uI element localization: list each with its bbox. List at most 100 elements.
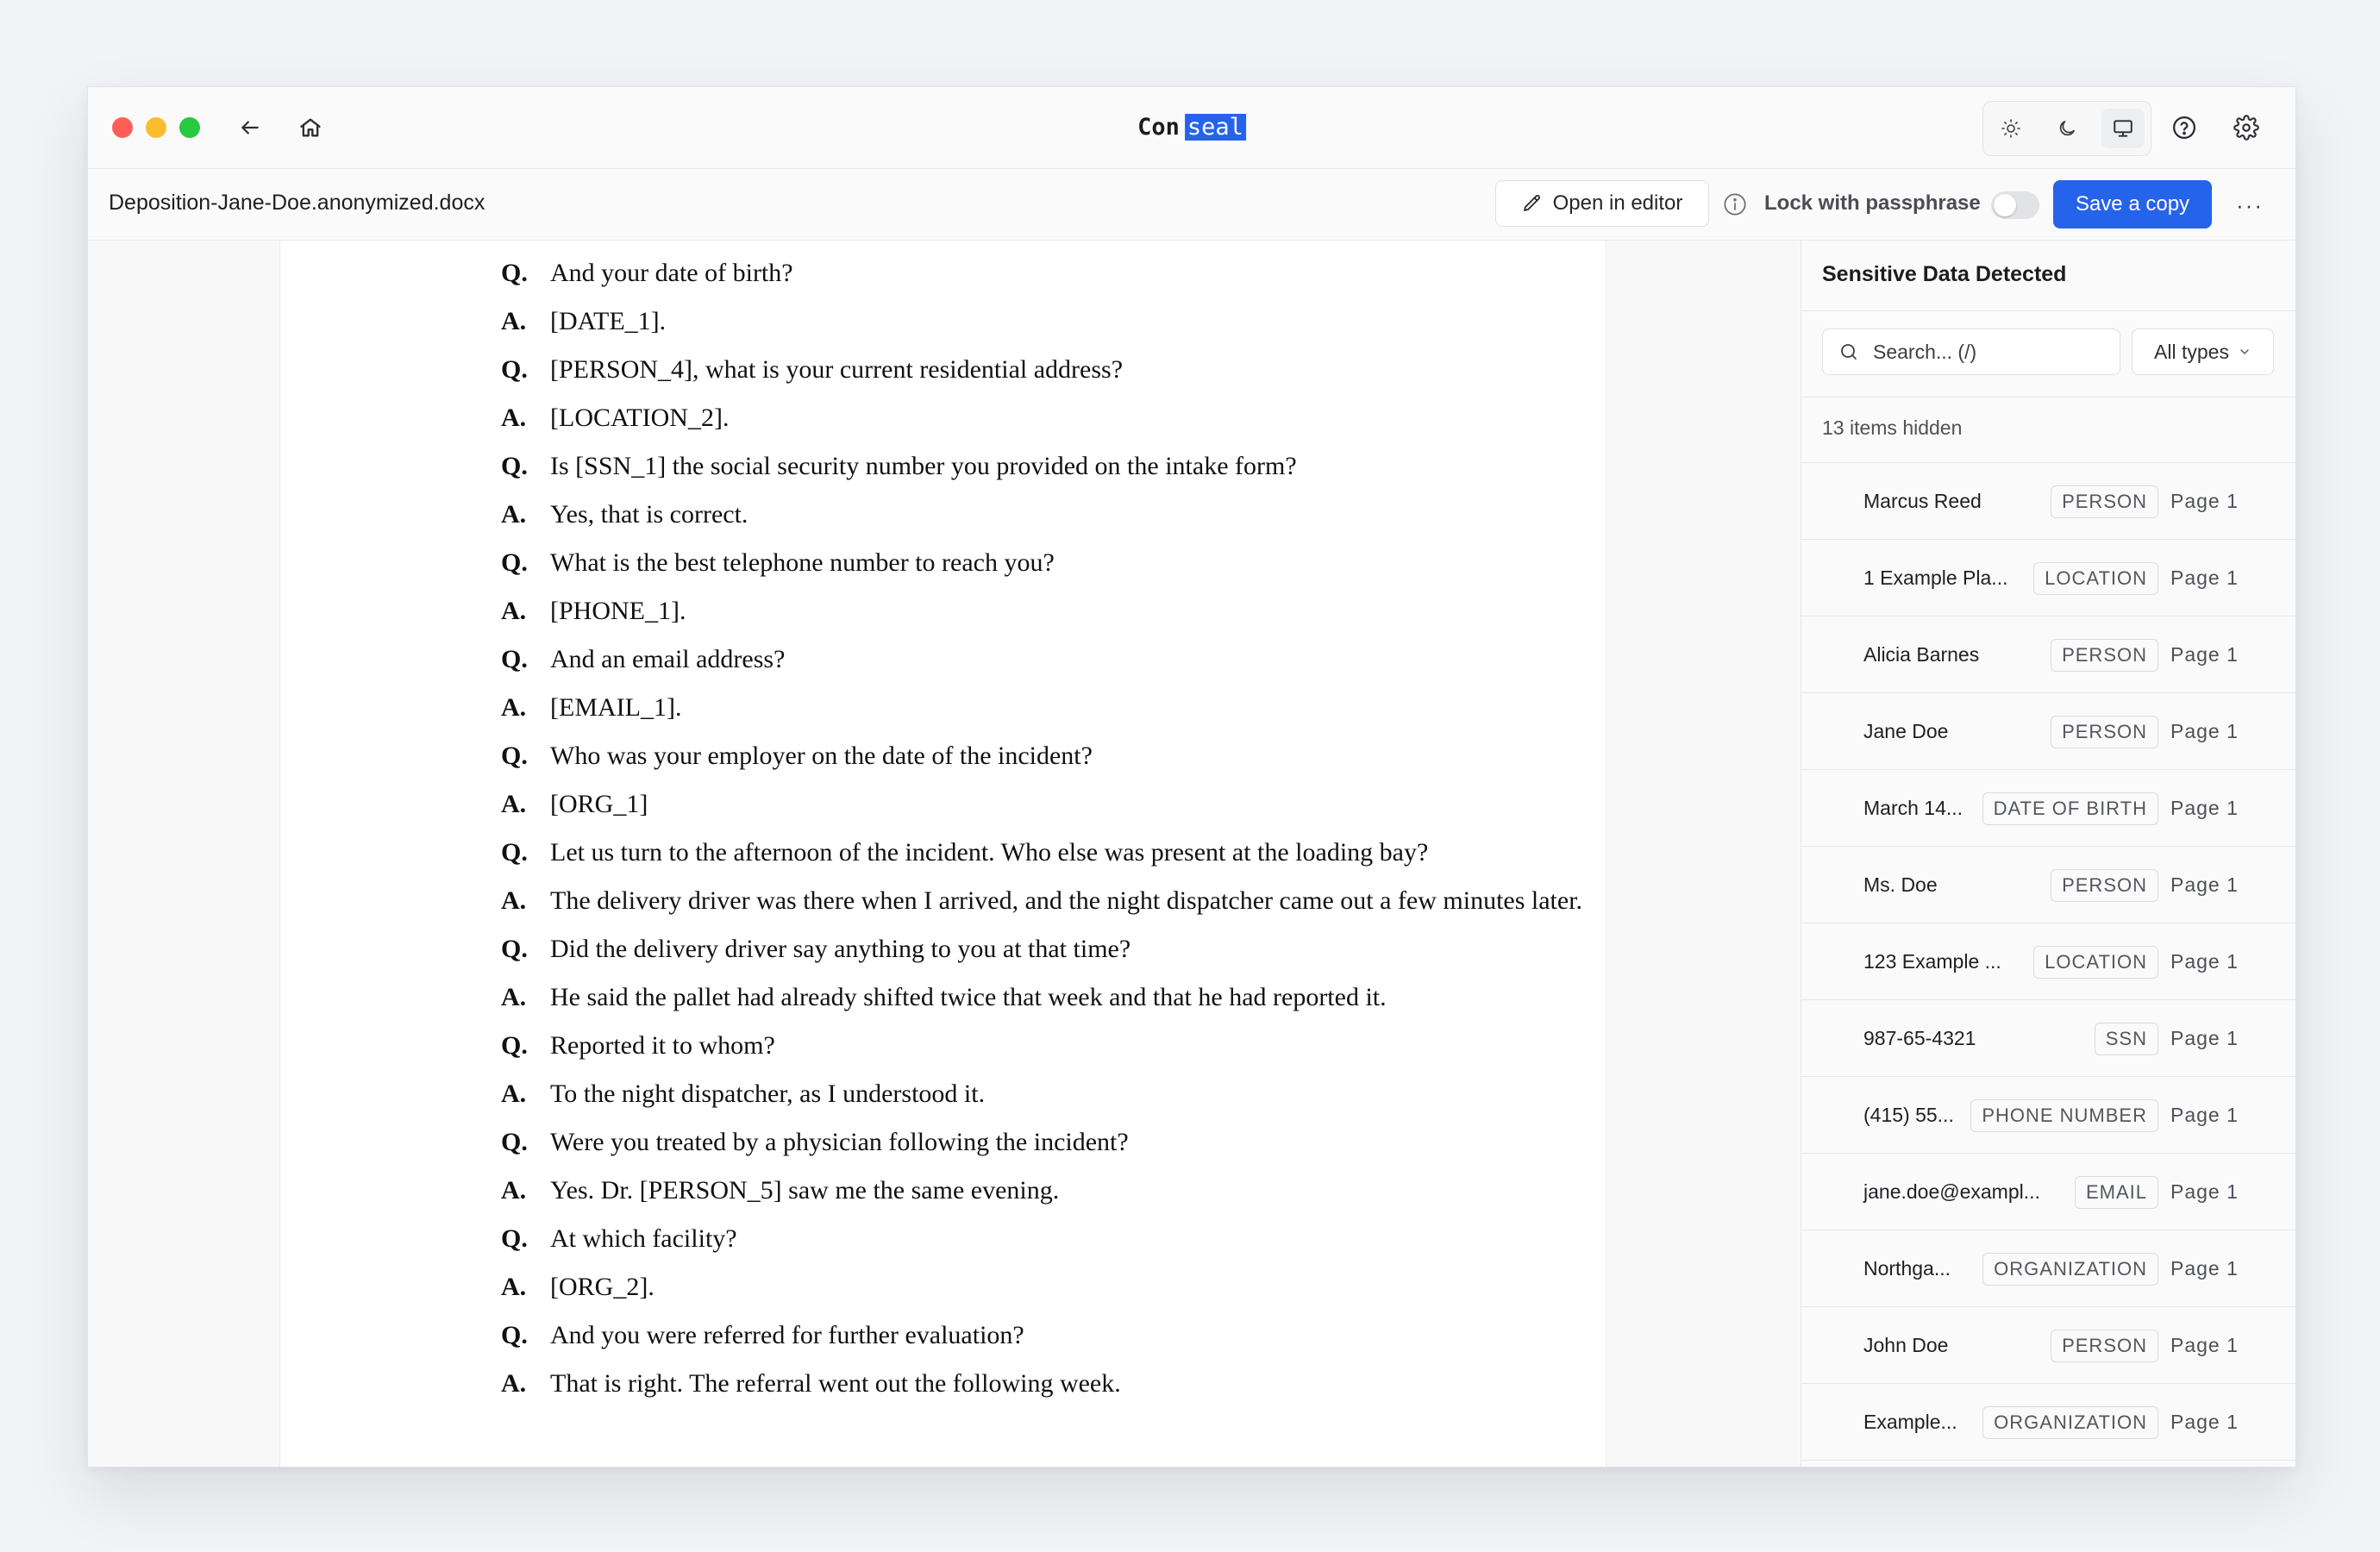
- type-filter-select[interactable]: All types: [2132, 329, 2274, 375]
- entity-row[interactable]: (415) 55... PHONE NUMBER Page 1: [1801, 1077, 2295, 1154]
- entity-value: jane.doe@exampl...: [1863, 1180, 2040, 1203]
- qa-marker: A.: [501, 1080, 527, 1108]
- entity-row[interactable]: Marcus Reed PERSON Page 1: [1801, 463, 2295, 540]
- entity-page: Page 1: [2170, 950, 2239, 973]
- entity-page: Page 1: [2170, 566, 2239, 589]
- qa-text: [PERSON_4], what is your current residen…: [550, 355, 1124, 384]
- app-logo: Con seal: [1137, 114, 1246, 141]
- entity-row[interactable]: Northga... ORGANIZATION Page 1: [1801, 1230, 2295, 1307]
- moon-icon[interactable]: [2045, 109, 2089, 148]
- transcript-line: Q. Reported it to whom?: [501, 1029, 1588, 1063]
- entity-row[interactable]: March 14... DATE OF BIRTH Page 1: [1801, 770, 2295, 847]
- transcript-line: Q. At which facility?: [501, 1222, 1588, 1256]
- gear-icon[interactable]: [2229, 110, 2264, 145]
- entity-value: 987-65-4321: [1863, 1027, 1976, 1049]
- more-options-button[interactable]: ···: [2233, 188, 2267, 222]
- monitor-icon[interactable]: [2101, 109, 2145, 148]
- qa-text: Reported it to whom?: [550, 1031, 775, 1060]
- qa-marker: Q.: [501, 1128, 528, 1156]
- entity-type-badge: ORGANIZATION: [1982, 1253, 2158, 1286]
- minimize-window-button[interactable]: [146, 117, 166, 138]
- entity-page: Page 1: [2170, 1411, 2239, 1433]
- info-icon[interactable]: [1723, 192, 1747, 216]
- qa-marker: Q.: [501, 1224, 528, 1253]
- entity-page: Page 1: [2170, 643, 2239, 666]
- toggle-knob: [1994, 194, 2016, 216]
- entity-type-badge: PERSON: [2051, 485, 2158, 518]
- maximize-window-button[interactable]: [179, 117, 200, 138]
- entity-row[interactable]: Example... ORGANIZATION Page 1: [1801, 1384, 2295, 1461]
- entity-row[interactable]: John Doe PERSON Page 1: [1801, 1307, 2295, 1384]
- entity-row[interactable]: 123 Example ... LOCATION Page 1: [1801, 923, 2295, 1000]
- entity-row[interactable]: Ms. Doe PERSON Page 1: [1801, 847, 2295, 923]
- entity-value: 1 Example Pla...: [1863, 566, 2008, 589]
- entity-page: Page 1: [2170, 797, 2239, 819]
- qa-marker: A.: [501, 307, 527, 335]
- save-copy-button[interactable]: Save a copy: [2053, 180, 2212, 228]
- qa-marker: A.: [501, 1273, 527, 1301]
- sensitive-data-panel: Sensitive Data Detected Search... (/) Al…: [1801, 241, 2295, 1467]
- panel-title: Sensitive Data Detected: [1822, 262, 2067, 286]
- transcript-line: Q. What is the best telephone number to r…: [501, 546, 1588, 580]
- help-icon[interactable]: [2167, 110, 2202, 145]
- home-icon[interactable]: [293, 110, 328, 145]
- qa-marker: A.: [501, 1176, 527, 1205]
- transcript-line: A. That is right. The referral went out t…: [501, 1367, 1588, 1401]
- document-toolbar: Deposition-Jane-Doe.anonymized.docx Open…: [88, 169, 2295, 241]
- qa-marker: A.: [501, 500, 527, 529]
- open-in-editor-label: Open in editor: [1552, 191, 1683, 215]
- transcript-line: Q. And your date of birth?: [501, 256, 1588, 291]
- pencil-icon: [1523, 195, 1540, 211]
- transcript-line: Q. Did the delivery driver say anything t…: [501, 932, 1588, 967]
- document-filename: Deposition-Jane-Doe.anonymized.docx: [109, 191, 485, 215]
- search-input[interactable]: Search... (/): [1822, 329, 2120, 375]
- document-viewer[interactable]: Q. And your date of birth? A. [DATE_1]. Q. [P…: [88, 241, 1800, 1467]
- lock-passphrase-toggle[interactable]: [1991, 191, 2039, 219]
- search-icon: [1841, 344, 1857, 360]
- entity-page: Page 1: [2170, 1257, 2239, 1280]
- qa-text: [DATE_1].: [550, 307, 667, 335]
- transcript-line: A. To the night dispatcher, as I understo…: [501, 1077, 1588, 1111]
- entity-type-badge: PERSON: [2051, 639, 2158, 672]
- transcript-line: Q. [PERSON_4], what is your current resid…: [501, 353, 1588, 387]
- qa-text: [ORG_2].: [550, 1273, 654, 1301]
- qa-text: Let us turn to the afternoon of the inci…: [550, 838, 1429, 867]
- qa-marker: A.: [501, 597, 527, 625]
- back-arrow-icon[interactable]: [233, 110, 267, 145]
- entity-page: Page 1: [2170, 873, 2239, 896]
- entity-row[interactable]: Alicia Barnes PERSON Page 1: [1801, 616, 2295, 693]
- qa-marker: Q.: [501, 1031, 528, 1060]
- entity-row[interactable]: Jane Doe PERSON Page 1: [1801, 693, 2295, 770]
- transcript-line: A. [PHONE_1].: [501, 594, 1588, 629]
- entity-value: Ms. Doe: [1863, 873, 1938, 896]
- close-window-button[interactable]: [112, 117, 133, 138]
- entity-value: 123 Example ...: [1863, 950, 2001, 973]
- theme-switcher: [1982, 101, 2151, 156]
- open-in-editor-button[interactable]: Open in editor: [1495, 180, 1709, 227]
- entity-type-badge: ORGANIZATION: [1982, 1406, 2158, 1439]
- transcript-line: A. [DATE_1].: [501, 304, 1588, 339]
- entity-page: Page 1: [2170, 1104, 2239, 1126]
- qa-marker: A.: [501, 886, 527, 915]
- entity-row[interactable]: 1 Example Pla... LOCATION Page 1: [1801, 540, 2295, 616]
- entity-type-badge: EMAIL: [2074, 1176, 2158, 1209]
- entity-type-badge: LOCATION: [2033, 946, 2158, 979]
- entity-row[interactable]: 987-65-4321 SSN Page 1: [1801, 1000, 2295, 1077]
- entity-value: Northga...: [1863, 1257, 1951, 1280]
- qa-marker: Q.: [501, 548, 528, 577]
- qa-marker: Q.: [501, 645, 528, 673]
- sun-icon[interactable]: [1989, 109, 2032, 148]
- entity-page: Page 1: [2170, 490, 2239, 512]
- qa-text: He said the pallet had already shifted t…: [550, 983, 1387, 1011]
- divider: [1801, 310, 2295, 311]
- qa-text: [ORG_1]: [550, 790, 648, 818]
- entity-page: Page 1: [2170, 1334, 2239, 1356]
- entity-row[interactable]: jane.doe@exampl... EMAIL Page 1: [1801, 1154, 2295, 1230]
- transcript-line: A. The delivery driver was there when I a…: [501, 884, 1588, 918]
- qa-marker: Q.: [501, 355, 528, 384]
- qa-marker: Q.: [501, 935, 528, 963]
- qa-text: And you were referred for further evalua…: [550, 1321, 1024, 1349]
- transcript-line: A. [EMAIL_1].: [501, 691, 1588, 725]
- document-page: Q. And your date of birth? A. [DATE_1]. Q. [P…: [279, 241, 1606, 1467]
- qa-text: What is the best telephone number to rea…: [550, 548, 1055, 577]
